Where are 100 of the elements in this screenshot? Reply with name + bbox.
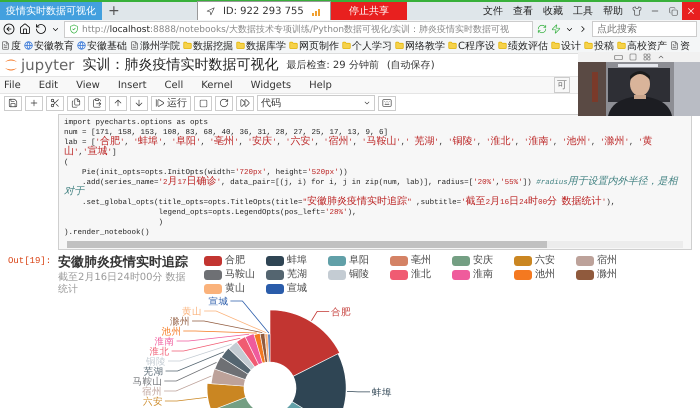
legend-swatch[interactable] [452, 256, 470, 266]
legend-label[interactable]: 阜阳 [349, 254, 369, 267]
stop-sharing-button[interactable]: 停止共享 [330, 2, 407, 20]
move-down-button[interactable] [130, 96, 148, 110]
legend-swatch[interactable] [328, 270, 346, 280]
bookmark[interactable]: 度 [1, 38, 21, 52]
menu-item[interactable]: 文件 [478, 4, 508, 18]
legend-label[interactable]: 马鞍山 [225, 268, 255, 281]
legend-swatch[interactable] [266, 256, 284, 266]
menu-item[interactable]: 查看 [508, 4, 538, 18]
slice-label: 马鞍山 [132, 376, 162, 388]
legend-swatch[interactable] [266, 284, 284, 294]
keyboard-button[interactable] [378, 96, 396, 110]
legend-swatch[interactable] [328, 256, 346, 266]
folder-icon [584, 41, 593, 50]
legend-label[interactable]: 安庆 [473, 254, 493, 267]
legend-label[interactable]: 滁州 [597, 268, 617, 281]
legend-label[interactable]: 宣城 [287, 283, 307, 296]
bookmark[interactable]: 高校资产 [616, 38, 667, 52]
bookmark[interactable]: 绩效评估 [498, 38, 548, 52]
legend-swatch[interactable] [390, 256, 408, 266]
home-icon[interactable] [19, 23, 31, 35]
new-tab-button[interactable]: + [102, 3, 126, 19]
bookmark[interactable]: 数据挖掘 [183, 38, 233, 52]
legend-swatch[interactable] [514, 256, 532, 266]
copy-button[interactable] [67, 96, 85, 110]
folder-icon [498, 41, 507, 50]
chart-subtitle: 截至2月16日24时00分 数据统计 [58, 272, 187, 296]
bookmark[interactable]: 数据库学 [236, 38, 286, 52]
run-all-button[interactable] [236, 96, 254, 110]
lightning-icon[interactable] [551, 24, 561, 34]
menu-item[interactable]: Help [309, 80, 332, 90]
restart-icon [219, 98, 229, 108]
legend-swatch[interactable] [576, 270, 594, 280]
legend-label[interactable]: 淮北 [411, 268, 431, 281]
menu-item[interactable]: 帮助 [598, 4, 628, 18]
globe-icon [24, 41, 33, 50]
legend-label[interactable]: 铜陵 [349, 268, 369, 281]
legend-swatch[interactable] [204, 256, 222, 266]
grid-layout-icon[interactable] [642, 53, 650, 61]
legend-swatch[interactable] [514, 270, 532, 280]
menu-item[interactable]: Cell [164, 80, 184, 90]
slice-label: 滁州 [170, 316, 190, 328]
save-button[interactable] [4, 96, 22, 110]
back-icon[interactable] [3, 23, 15, 35]
legend-label[interactable]: 淮南 [473, 268, 493, 281]
cut-button[interactable] [46, 96, 64, 110]
legend-label[interactable]: 黄山 [225, 283, 245, 296]
menu-item[interactable]: File [4, 80, 21, 90]
legend-label[interactable]: 六安 [535, 254, 555, 267]
scrollbar[interactable] [67, 241, 683, 248]
legend-label[interactable]: 亳州 [411, 254, 431, 267]
menu-item[interactable]: Widgets [250, 80, 292, 90]
code-cell[interactable] [58, 114, 692, 250]
paste-button[interactable] [88, 96, 106, 110]
refresh-icon[interactable] [537, 24, 547, 34]
menu-item[interactable]: Edit [38, 80, 58, 90]
undo-icon[interactable] [35, 23, 47, 35]
trusted-indicator[interactable]: 可 [554, 77, 570, 93]
collapse-icon[interactable] [656, 53, 664, 61]
run-button[interactable]: 运行 [151, 96, 191, 110]
legend-swatch[interactable] [266, 270, 284, 280]
legend-label[interactable]: 芜湖 [287, 268, 307, 281]
bookmark[interactable]: 设计 [550, 38, 581, 52]
slice-label: 芜湖 [144, 366, 164, 378]
url-text: http://localhost:8888/notebooks/大数据技术专项训练/Python数据可视化/实训：肺炎疫情实时数据可视 [82, 24, 510, 36]
bookmark[interactable]: 投稿 [584, 38, 614, 52]
bookmark[interactable]: C程序设 [448, 38, 495, 52]
restart-button[interactable] [215, 96, 233, 110]
legend-label[interactable]: 合肥 [225, 254, 245, 267]
legend-swatch[interactable] [390, 270, 408, 280]
bookmark[interactable]: 安徽教育 [24, 38, 74, 52]
legend-label[interactable]: 宿州 [597, 254, 617, 267]
bookmark[interactable]: 安徽基础 [77, 38, 127, 52]
stop-button[interactable] [194, 96, 212, 110]
insert-cell-button[interactable] [25, 96, 43, 110]
legend-swatch[interactable] [576, 256, 594, 266]
bookmark[interactable]: 个人学习 [342, 38, 392, 52]
wide-layout-icon[interactable] [614, 52, 622, 62]
bookmark[interactable]: 资 [670, 38, 690, 52]
menu-item[interactable]: 工具 [568, 4, 598, 18]
legend-label[interactable]: 池州 [535, 268, 555, 281]
leader-line [164, 376, 212, 392]
legend-swatch[interactable] [204, 284, 222, 294]
bookmark[interactable]: 网页制作 [289, 38, 339, 52]
legend-swatch[interactable] [204, 270, 222, 280]
cell-type-select[interactable]: 代码 [257, 95, 375, 111]
menu-item[interactable]: Kernel [201, 80, 233, 90]
move-up-button[interactable] [109, 96, 127, 110]
search-field[interactable]: 点此搜索 [592, 21, 697, 37]
bookmark[interactable]: 滁州学院 [130, 38, 180, 52]
legend-label[interactable]: 蚌埠 [287, 254, 307, 267]
bookmark[interactable]: 网络教学 [395, 38, 445, 52]
menu-item[interactable]: Insert [118, 80, 147, 90]
legend-swatch[interactable] [452, 270, 470, 280]
address-bar[interactable]: http://localhost:8888/notebooks/大数据技术专项训练/Python数据可视化/实训：肺炎疫情实时数据可视 [64, 20, 533, 38]
slice-label: 黄山 [182, 306, 202, 318]
menu-item[interactable]: 收藏 [538, 4, 568, 18]
menu-item[interactable]: View [76, 80, 100, 90]
notebook-title[interactable]: 实训：肺炎疫情实时数据可视化 [82, 56, 278, 74]
